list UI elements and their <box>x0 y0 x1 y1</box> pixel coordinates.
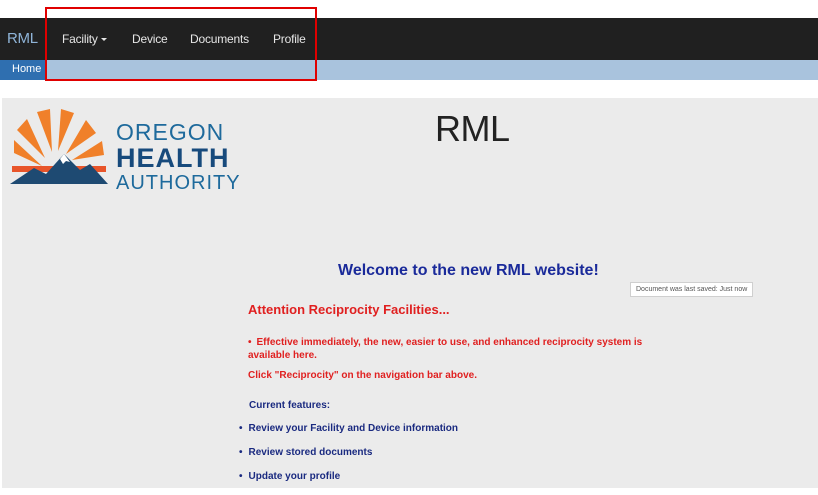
features-heading: Current features: <box>249 400 331 411</box>
breadcrumb-home[interactable]: Home <box>0 60 46 80</box>
welcome-heading: Welcome to the new RML website! <box>338 262 599 279</box>
list-item: • Review your Facility and Device informa… <box>239 423 458 447</box>
feature-bullet: • <box>239 423 243 434</box>
reciprocity-instruction: Click "Reciprocity" on the navigation ba… <box>248 370 477 381</box>
feature-bullet: • <box>239 471 243 482</box>
features-list: • Review your Facility and Device informa… <box>239 423 458 495</box>
notice-text: Effective immediately, the new, easier t… <box>248 337 643 361</box>
nav-profile[interactable]: Profile <box>273 32 306 46</box>
feature-text: Review stored documents <box>248 447 373 458</box>
sunburst-mountain-icon <box>10 109 108 184</box>
main-content: OREGON HEALTH AUTHORITY RML Welcome to t… <box>2 98 818 488</box>
oha-logo: OREGON HEALTH AUTHORITY <box>8 106 240 193</box>
brand-link[interactable]: RML <box>7 30 38 47</box>
top-navbar: RML Facility Device Documents Profile <box>0 18 818 60</box>
nav-facility-dropdown[interactable]: Facility <box>62 32 107 46</box>
logo-wordmark: OREGON HEALTH AUTHORITY <box>116 119 241 194</box>
nav-device[interactable]: Device <box>132 32 168 46</box>
logo-health: HEALTH <box>116 143 230 173</box>
feature-bullet: • <box>239 447 243 458</box>
notice-bullet: • <box>248 337 252 348</box>
breadcrumb: Home <box>0 60 818 80</box>
logo-oregon: OREGON <box>116 119 225 145</box>
nav-documents[interactable]: Documents <box>190 32 249 46</box>
logo-authority: AUTHORITY <box>116 172 241 194</box>
list-item: • Review stored documents <box>239 447 458 471</box>
feature-text: Update your profile <box>248 471 341 482</box>
page-title: RML <box>435 108 510 149</box>
nav-facility-label: Facility <box>62 32 98 46</box>
save-status-tooltip: Document was last saved: Just now <box>630 282 754 297</box>
attention-heading: Attention Reciprocity Facilities... <box>248 302 450 317</box>
list-item: • Update your profile <box>239 471 458 495</box>
caret-down-icon <box>100 38 107 42</box>
feature-text: Review your Facility and Device informat… <box>248 423 459 434</box>
reciprocity-notice: • Effective immediately, the new, easier … <box>248 336 678 362</box>
